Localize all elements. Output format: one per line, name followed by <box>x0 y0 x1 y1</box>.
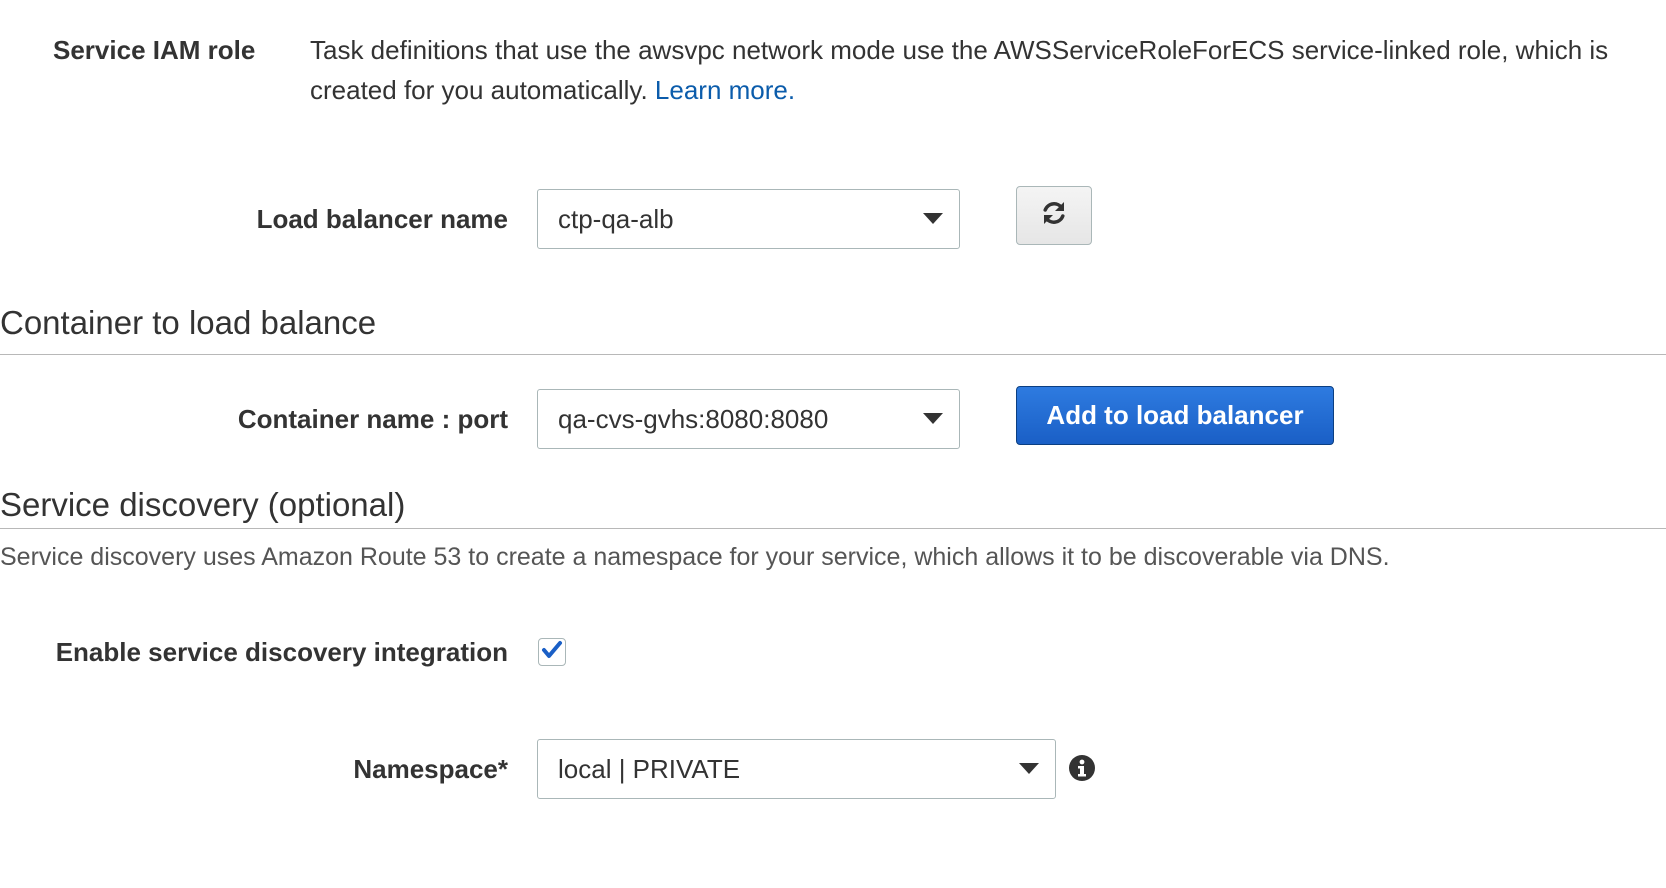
refresh-icon <box>1040 199 1068 232</box>
chevron-down-icon <box>923 190 943 248</box>
load-balancer-name-value: ctp-qa-alb <box>558 204 674 234</box>
namespace-value: local | PRIVATE <box>558 754 741 784</box>
info-icon[interactable] <box>1068 754 1096 782</box>
container-name-port-select[interactable]: qa-cvs-gvhs:8080:8080 <box>537 389 960 449</box>
learn-more-link[interactable]: Learn more. <box>655 75 795 105</box>
chevron-down-icon <box>1019 740 1039 798</box>
refresh-button[interactable] <box>1016 186 1092 245</box>
enable-service-discovery-checkbox[interactable] <box>538 638 566 666</box>
enable-service-discovery-label: Enable service discovery integration <box>55 637 508 667</box>
container-name-port-value: qa-cvs-gvhs:8080:8080 <box>558 404 829 434</box>
add-to-load-balancer-button[interactable]: Add to load balancer <box>1016 386 1334 445</box>
service-iam-role-description: Task definitions that use the awsvpc net… <box>310 30 1650 110</box>
namespace-label: Namespace* <box>353 754 508 784</box>
service-discovery-title: Service discovery (optional) <box>0 486 406 523</box>
service-iam-role-label: Service IAM role <box>53 35 256 65</box>
namespace-select[interactable]: local | PRIVATE <box>537 739 1056 799</box>
load-balancer-name-label: Load balancer name <box>256 204 508 234</box>
checkmark-icon <box>541 640 563 665</box>
container-section-title: Container to load balance <box>0 304 377 341</box>
load-balancer-name-select[interactable]: ctp-qa-alb <box>537 189 960 249</box>
ecs-service-config-page: Service IAM role Task definitions that u… <box>0 0 1666 888</box>
service-discovery-divider <box>0 528 1666 529</box>
container-section-divider <box>0 354 1666 355</box>
chevron-down-icon <box>923 390 943 448</box>
service-discovery-description: Service discovery uses Amazon Route 53 t… <box>0 543 1390 571</box>
service-iam-role-text: Task definitions that use the awsvpc net… <box>310 35 1609 105</box>
container-name-port-label: Container name : port <box>237 404 508 434</box>
